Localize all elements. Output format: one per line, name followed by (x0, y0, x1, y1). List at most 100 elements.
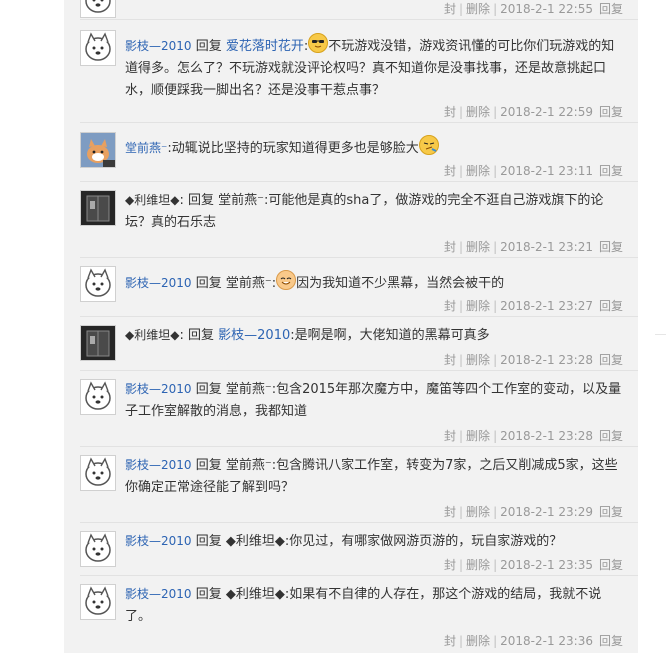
divider (80, 522, 638, 523)
reply-link[interactable]: 回复 (599, 353, 623, 367)
post-footer: 封 | 删除 | 2018-2-1 23:11 回复 (443, 164, 623, 178)
comment-body: 影枝—2010 回复 爱花落时花开: 不玩游戏没错，游戏资讯懂的可比你们玩游戏的知… (125, 33, 625, 102)
username-link[interactable]: 影枝—2010 (125, 39, 192, 53)
seal-link[interactable]: 封 (444, 558, 456, 572)
seal-link[interactable]: 封 (444, 353, 456, 367)
dark-window-avatar-icon (81, 191, 115, 225)
username-link[interactable]: ◆利维坦◆ (125, 328, 179, 342)
divider (80, 181, 638, 182)
seal-link[interactable]: 封 (444, 105, 456, 119)
reply-link[interactable]: 回复 (599, 105, 623, 119)
avatar[interactable] (80, 132, 116, 168)
seal-link[interactable]: 封 (444, 429, 456, 443)
delete-link[interactable]: 删除 (466, 164, 490, 178)
delete-link[interactable]: 删除 (466, 429, 490, 443)
username-link[interactable]: 影枝—2010 (125, 587, 192, 601)
reply-word: 回复 (195, 587, 222, 602)
reply-word: 回复 (195, 534, 222, 549)
reply-target-link[interactable]: 影枝—2010 (218, 328, 290, 343)
avatar[interactable] (80, 584, 116, 620)
avatar[interactable] (80, 266, 116, 302)
timestamp: 2018-2-1 22:59 (500, 105, 593, 119)
avatar[interactable] (80, 455, 116, 491)
delete-link[interactable]: 删除 (466, 353, 490, 367)
timestamp: 2018-2-1 23:28 (500, 429, 593, 443)
reply-link[interactable]: 回复 (599, 240, 623, 254)
divider (80, 370, 638, 371)
reply-target-link[interactable]: 堂前燕⁻ (218, 193, 264, 208)
post-footer: 封 | 删除 | 2018-2-1 22:55 回复 (443, 2, 623, 16)
timestamp: 2018-2-1 23:11 (500, 164, 593, 178)
username-link[interactable]: 影枝—2010 (125, 276, 192, 290)
divider (80, 446, 638, 447)
post-footer: 封 | 删除 | 2018-2-1 23:35 回复 (443, 558, 623, 572)
avatar[interactable] (80, 325, 116, 361)
seal-link[interactable]: 封 (444, 2, 456, 16)
comment-text: :动辄说比坚持的玩家知道得更多也是够脸大 (167, 141, 419, 156)
username-link[interactable]: ◆利维坦◆ (125, 193, 179, 207)
delete-link[interactable]: 删除 (466, 505, 490, 519)
comment-text-cont: 因为我知道不少黑幕，当然会被干的 (296, 276, 505, 291)
delete-link[interactable]: 删除 (466, 558, 490, 572)
reply-target-link[interactable]: 堂前燕⁻ (226, 382, 272, 397)
delete-link[interactable]: 删除 (466, 634, 490, 648)
cat-avatar-icon (81, 133, 115, 167)
comment-body: 影枝—2010 回复 ◆利维坦◆:你见过，有哪家做网游页游的，玩自家游戏的？ (125, 530, 625, 553)
username-link[interactable]: 影枝—2010 (125, 534, 192, 548)
dog-avatar-icon (85, 0, 111, 13)
page-right-edge (655, 0, 666, 653)
seal-link[interactable]: 封 (444, 505, 456, 519)
cool-emoji-icon (308, 33, 329, 53)
comment-text: :你见过，有哪家做网游页游的，玩自家游戏的？ (284, 534, 563, 549)
dark-window-avatar-icon (81, 326, 115, 360)
reply-word: 回复 (195, 382, 222, 397)
reply-target-link[interactable]: ◆利维坦◆ (226, 534, 285, 549)
comment-body: ◆利维坦◆: 回复 堂前燕⁻:可能他是真的sha了，做游戏的完全不逛自己游戏旗下… (125, 189, 625, 234)
username-link[interactable]: 堂前燕⁻ (125, 141, 167, 155)
timestamp: 2018-2-1 23:28 (500, 353, 593, 367)
seal-link[interactable]: 封 (444, 240, 456, 254)
delete-link[interactable]: 删除 (466, 2, 490, 16)
dog-avatar-icon (85, 533, 111, 562)
separator-colon: : (179, 193, 184, 208)
reply-word: 回复 (195, 276, 222, 291)
reply-link[interactable]: 回复 (599, 429, 623, 443)
reply-link[interactable]: 回复 (599, 2, 623, 16)
avatar[interactable] (80, 379, 116, 415)
avatar[interactable] (80, 531, 116, 567)
delete-link[interactable]: 删除 (466, 105, 490, 119)
comment-body: 影枝—2010 回复 堂前燕⁻: 因为我知道不少黑幕，当然会被干的 (125, 270, 625, 295)
reply-target-link[interactable]: 堂前燕⁻ (226, 276, 272, 291)
reply-link[interactable]: 回复 (599, 299, 623, 313)
post-footer: 封 | 删除 | 2018-2-1 23:28 回复 (443, 353, 623, 367)
divider (80, 19, 638, 20)
dog-avatar-icon (85, 586, 111, 615)
reply-word: 回复 (188, 328, 215, 343)
avatar[interactable] (80, 190, 116, 226)
reply-target-link[interactable]: ◆利维坦◆ (226, 587, 285, 602)
delete-link[interactable]: 删除 (466, 240, 490, 254)
comment-body: 影枝—2010 回复 ◆利维坦◆:如果有不自律的人存在，那这个游戏的结局，我就不… (125, 583, 625, 628)
divider (80, 575, 638, 576)
avatar[interactable] (80, 30, 116, 66)
post-footer: 封 | 删除 | 2018-2-1 23:29 回复 (443, 505, 623, 519)
divider (80, 122, 638, 123)
reply-target-link[interactable]: 堂前燕⁻ (226, 458, 272, 473)
dog-avatar-icon (85, 32, 111, 61)
reply-link[interactable]: 回复 (599, 164, 623, 178)
seal-link[interactable]: 封 (444, 164, 456, 178)
seal-link[interactable]: 封 (444, 299, 456, 313)
comment-text: :是啊是啊，大佬知道的黑幕可真多 (290, 328, 490, 343)
reply-target-link[interactable]: 爱花落时花开 (226, 39, 304, 54)
reply-link[interactable]: 回复 (599, 558, 623, 572)
reply-link[interactable]: 回复 (599, 505, 623, 519)
reply-word: 回复 (195, 458, 222, 473)
reply-link[interactable]: 回复 (599, 634, 623, 648)
avatar[interactable] (80, 0, 116, 18)
username-link[interactable]: 影枝—2010 (125, 458, 192, 472)
post-footer: 封 | 删除 | 2018-2-1 23:28 回复 (443, 429, 623, 443)
seal-link[interactable]: 封 (444, 634, 456, 648)
username-link[interactable]: 影枝—2010 (125, 382, 192, 396)
delete-link[interactable]: 删除 (466, 299, 490, 313)
comment-body: ◆利维坦◆: 回复 影枝—2010:是啊是啊，大佬知道的黑幕可真多 (125, 324, 625, 347)
